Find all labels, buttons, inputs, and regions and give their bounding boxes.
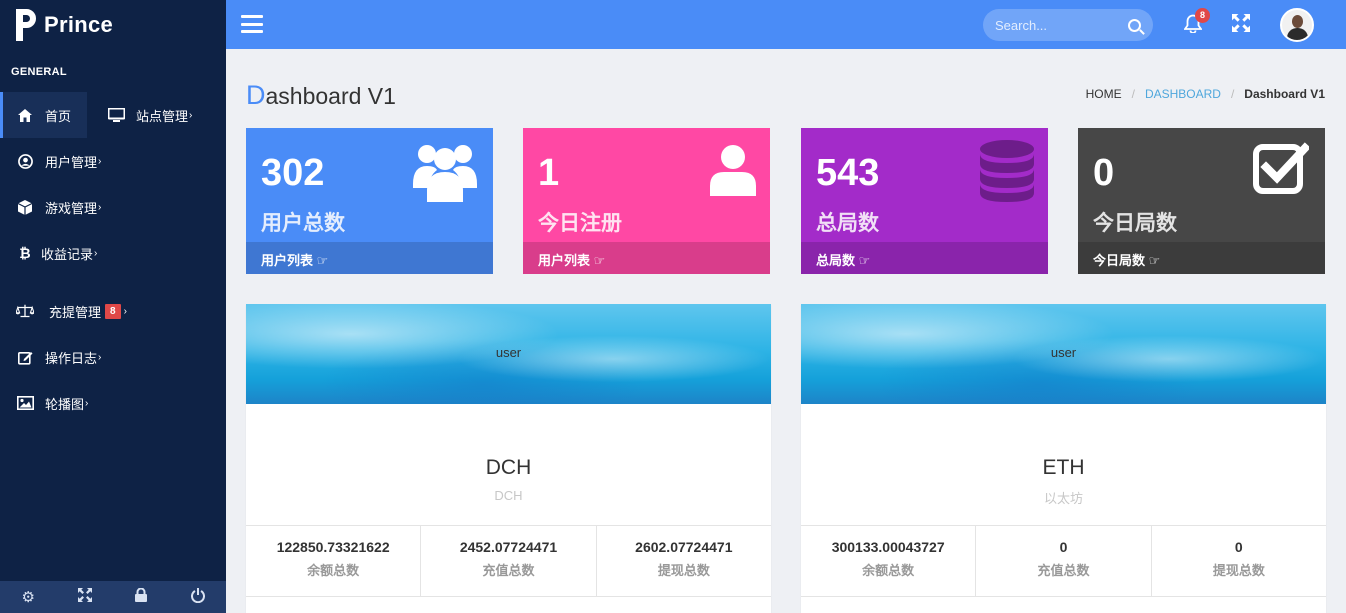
ocean-banner: user: [246, 304, 771, 404]
hand-point-right-icon: ☞: [858, 253, 871, 268]
stat-value: 0: [1093, 152, 1115, 194]
breadcrumb-dashboard[interactable]: DASHBOARD: [1145, 87, 1221, 101]
stat-card-total-users: 302 用户总数 用户列表 ☞: [246, 128, 493, 274]
stat-card-total-rounds: 543 总局数 总局数 ☞: [801, 128, 1048, 274]
sidebar: Prince GENERAL 首页 站点管理 › 用户管理 › 游戏管理 › ₿…: [0, 0, 226, 613]
balance-scale-icon: [16, 302, 34, 320]
lock-icon[interactable]: [113, 587, 169, 606]
sidebar-item-label: 充提管理: [49, 304, 102, 320]
stat-footer-link[interactable]: 今日局数 ☞: [1078, 242, 1325, 274]
search-input[interactable]: [995, 17, 1123, 33]
brand-name: Prince: [44, 11, 114, 37]
image-icon: [16, 394, 34, 412]
stat-label: 今日注册: [538, 212, 622, 235]
sidebar-item-earnings[interactable]: ₿ 收益记录 ›: [0, 230, 226, 276]
sidebar-footer: ⚙: [0, 581, 226, 613]
stat-label: 今日局数: [1093, 212, 1177, 235]
user-avatar[interactable]: [1280, 8, 1314, 42]
sidebar-item-deposit-withdraw[interactable]: 充提管理 8 ›: [0, 288, 226, 334]
hand-point-right-icon: ☞: [593, 253, 606, 268]
stat-card-today-rounds: 0 今日局数 今日局数 ☞: [1078, 128, 1325, 274]
sidebar-item-label: 游戏管理: [45, 200, 98, 216]
chevron-right-icon: ›: [94, 247, 98, 259]
chevron-right-icon: ›: [98, 351, 102, 363]
chevron-right-icon: ›: [85, 397, 89, 409]
coin-user-label: user: [1050, 345, 1077, 360]
bitcoin-icon: ₿: [19, 245, 31, 261]
ocean-banner: user: [801, 304, 1326, 404]
brand[interactable]: Prince: [0, 0, 226, 49]
notification-button[interactable]: 8: [1183, 8, 1210, 38]
search-icon[interactable]: [1128, 18, 1141, 32]
sidebar-item-games[interactable]: 游戏管理 ›: [0, 184, 226, 230]
sidebar-item-carousel[interactable]: 轮播图 ›: [0, 380, 226, 426]
sidebar-item-users[interactable]: 用户管理 ›: [0, 138, 226, 184]
coin-panel-dch: user DCH DCH 122850.73321622 余额总数 2452.07…: [246, 304, 771, 613]
stat-footer-link[interactable]: 用户列表 ☞: [523, 242, 770, 274]
sidebar-item-logs[interactable]: 操作日志 ›: [0, 334, 226, 380]
coin-stat-deposit: 2452.07724471 充值总数: [421, 526, 597, 596]
home-icon: [16, 106, 34, 124]
coin-stat-balance: 300133.00043727 余额总数: [801, 526, 977, 596]
chevron-right-icon: ›: [98, 155, 102, 167]
coin-stat-withdraw: 2602.07724471 提现总数: [635, 539, 733, 578]
stat-value: 1: [538, 152, 560, 194]
coin-subtitle: DCH: [494, 488, 523, 503]
menu-toggle-icon[interactable]: [241, 15, 263, 33]
stat-label: 用户总数: [261, 212, 345, 235]
prince-logo-icon: [16, 8, 36, 41]
chevron-right-icon: ›: [189, 109, 193, 121]
user-icon: [710, 144, 756, 201]
sidebar-section-title: GENERAL: [11, 66, 67, 78]
sidebar-item-label: 用户管理: [45, 154, 98, 170]
stat-card-today-registered: 1 今日注册 用户列表 ☞: [523, 128, 770, 274]
stat-value: 543: [816, 152, 880, 194]
sidebar-item-home[interactable]: 首页: [0, 92, 87, 138]
sidebar-item-label: 收益记录: [41, 246, 94, 262]
sidebar-item-label: 轮播图: [45, 396, 85, 412]
sidebar-item-label: 站点管理: [136, 108, 189, 124]
fullscreen-icon[interactable]: [57, 588, 113, 606]
coin-user-label: user: [495, 345, 522, 360]
stat-footer-link[interactable]: 用户列表 ☞: [246, 242, 493, 274]
database-icon: [980, 140, 1034, 207]
power-icon[interactable]: [170, 587, 226, 607]
coin-name: ETH: [1042, 456, 1085, 479]
topbar: 8: [226, 0, 1346, 49]
deposit-badge: 8: [105, 303, 121, 319]
hand-point-right-icon: ☞: [1148, 253, 1161, 268]
users-icon: [413, 140, 477, 207]
coin-subtitle: 以太坊: [1043, 491, 1083, 506]
coin-stat-withdraw: 0 提现总数: [1212, 539, 1265, 578]
sidebar-item-site[interactable]: 站点管理 ›: [87, 92, 192, 138]
page-title: Dashboard V1: [246, 80, 396, 110]
sidebar-item-label: 首页: [45, 108, 72, 124]
breadcrumb-home[interactable]: HOME: [1086, 87, 1122, 101]
checkbox-icon: [1253, 142, 1311, 199]
stat-footer-link[interactable]: 总局数 ☞: [801, 242, 1048, 274]
search-box: [983, 9, 1153, 41]
notification-count-badge: 8: [1195, 8, 1210, 23]
coin-stats: 300133.00043727 余额总数 0 充值总数 0 提现总数: [801, 525, 1326, 597]
coin-stat-balance: 122850.73321622 余额总数: [246, 526, 422, 596]
user-circle-icon: [16, 152, 34, 170]
sidebar-item-label: 操作日志: [45, 350, 98, 366]
stat-value: 302: [261, 152, 325, 194]
cube-icon: [16, 198, 34, 216]
breadcrumb-current: Dashboard V1: [1244, 87, 1325, 101]
fullscreen-toggle-icon[interactable]: [1232, 14, 1250, 37]
stat-label: 总局数: [816, 212, 879, 235]
edit-icon: [16, 348, 34, 366]
coin-panel-eth: user ETH 以太坊 300133.00043727 余额总数 0 充值总数 0…: [801, 304, 1326, 613]
monitor-icon: [107, 106, 125, 124]
settings-gear-icon[interactable]: ⚙: [0, 588, 56, 606]
chevron-right-icon: ›: [98, 201, 102, 213]
breadcrumb: HOME / DASHBOARD / Dashboard V1: [1085, 87, 1325, 101]
coin-stat-deposit: 0 充值总数: [976, 526, 1152, 596]
coin-name: DCH: [485, 456, 532, 479]
chevron-right-icon: ›: [123, 305, 127, 317]
hand-point-right-icon: ☞: [316, 253, 329, 268]
coin-stats: 122850.73321622 余额总数 2452.07724471 充值总数 26…: [246, 525, 771, 597]
